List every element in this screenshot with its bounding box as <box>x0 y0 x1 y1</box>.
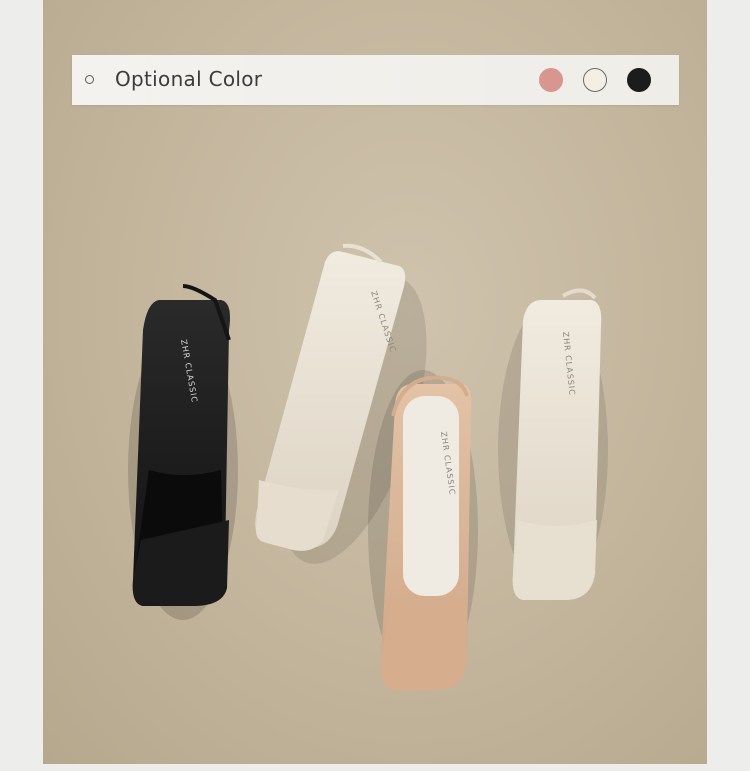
color-swatch-pink[interactable] <box>539 68 563 92</box>
banner-title: Optional Color <box>115 67 263 91</box>
bullet-icon <box>85 75 94 84</box>
shoe-cream-right: ZHR CLASSIC <box>498 288 608 600</box>
shoe-black: ZHR CLASSIC <box>128 284 238 620</box>
product-photo: ZHR CLASSIC ZHR CLASSIC ZHR CLASSIC ZHR … <box>43 0 707 764</box>
optional-color-banner: Optional Color <box>72 55 679 105</box>
shoes-illustration: ZHR CLASSIC ZHR CLASSIC ZHR CLASSIC ZHR … <box>128 243 608 690</box>
color-swatch-black[interactable] <box>627 68 651 92</box>
color-swatch-cream[interactable] <box>583 68 607 92</box>
shoe-nude: ZHR CLASSIC <box>368 370 478 690</box>
